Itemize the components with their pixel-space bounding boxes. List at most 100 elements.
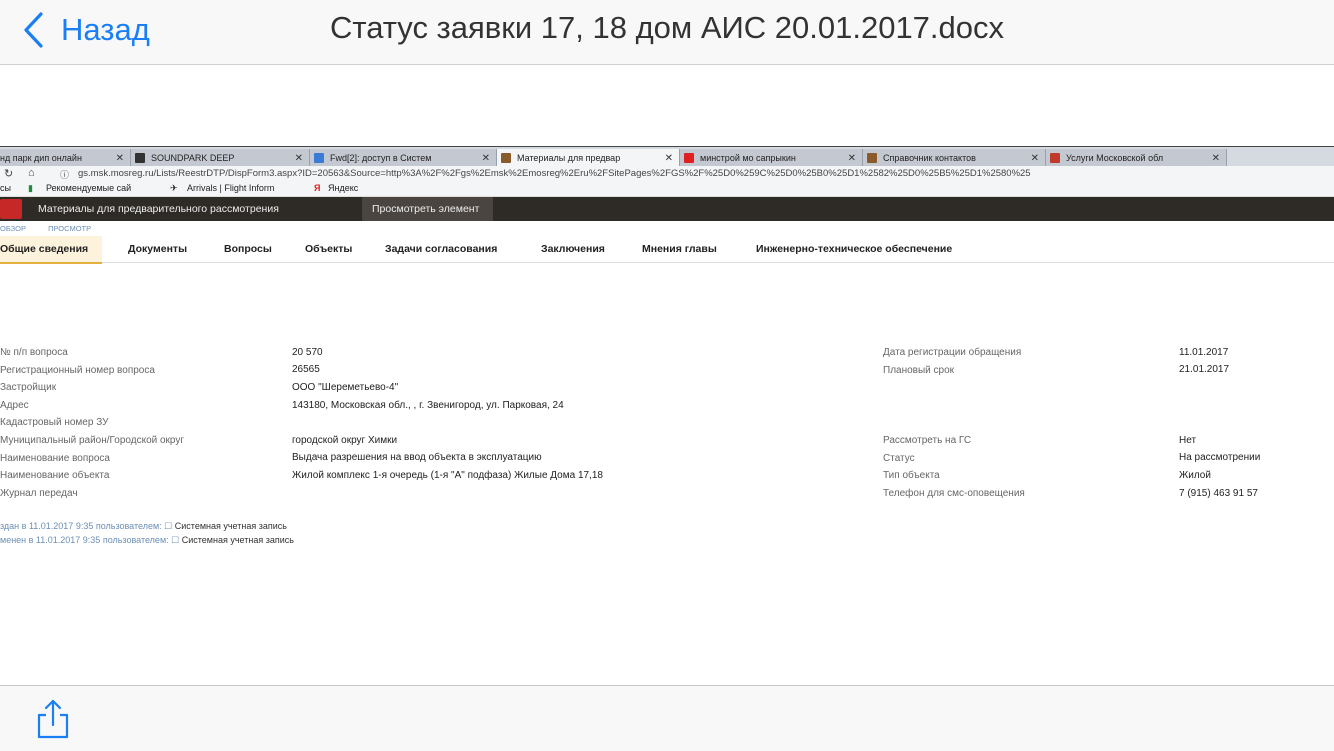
field-value: ООО "Шереметьево-4" bbox=[292, 382, 399, 393]
browser-tab-label: Услуги Московской обл bbox=[1066, 153, 1164, 163]
field-label: Застройщик bbox=[0, 382, 57, 393]
document-title-text: Статус заявки 17, 18 дом АИС 20.01.2017.… bbox=[329, 10, 1005, 45]
subnav-overview: ОБЗОР bbox=[0, 224, 26, 233]
modified-user: Системная учетная запись bbox=[181, 535, 294, 545]
breadcrumb-item: Материалы для предварительного рассмотре… bbox=[38, 203, 279, 215]
field-value: На рассмотрении bbox=[1179, 452, 1261, 463]
created-prefix: здан в 11.01.2017 9:35 пользователем: bbox=[0, 521, 162, 531]
bookmark: сы bbox=[0, 183, 11, 193]
browser-tab-label: минстрой мо сапрыкин bbox=[700, 153, 796, 163]
tab-engineering: Инженерно-техническое обеспечение bbox=[756, 243, 953, 255]
checkbox-icon: ☐ bbox=[164, 521, 173, 531]
tab-tasks: Задачи согласования bbox=[385, 243, 498, 255]
close-icon: ✕ bbox=[115, 152, 124, 164]
region-logo-icon bbox=[0, 199, 22, 219]
browser-tab-label: Справочник контактов bbox=[883, 153, 976, 163]
browser-tab: минстрой мо сапрыкин ✕ bbox=[680, 149, 863, 167]
document-view[interactable]: нд парк дип онлайн ✕ SOUNDPARK DEEP ✕ Fwd[… bbox=[0, 65, 1334, 685]
address-bar: ↻ ⌂ ⓘ gs.msk.mosreg.ru/Lists/ReestrDTP/D… bbox=[0, 166, 1334, 183]
field-label: Журнал передач bbox=[0, 488, 78, 499]
field-label: № п/п вопроса bbox=[0, 347, 68, 358]
browser-tab: нд парк дип онлайн ✕ bbox=[0, 149, 131, 167]
modified-info: менен в 11.01.2017 9:35 пользователем: ☐… bbox=[0, 535, 294, 546]
bottom-toolbar bbox=[0, 685, 1334, 751]
bookmark: Arrivals | Flight Inform bbox=[187, 183, 275, 193]
tab-documents: Документы bbox=[128, 243, 188, 255]
embedded-screenshot: нд парк дип онлайн ✕ SOUNDPARK DEEP ✕ Fwd[… bbox=[0, 146, 1334, 546]
site-header: Материалы для предварительного рассмотре… bbox=[0, 197, 1334, 221]
field-value: городской округ Химки bbox=[292, 435, 398, 446]
field-value: 11.01.2017 bbox=[1179, 347, 1229, 358]
apps-icon: ▮ bbox=[28, 183, 33, 193]
tab-questions: Вопросы bbox=[224, 243, 272, 255]
breadcrumb-item: Просмотреть элемент bbox=[362, 197, 494, 221]
field-label: Наименование объекта bbox=[0, 470, 110, 481]
field-value: Нет bbox=[1179, 435, 1197, 446]
close-icon: ✕ bbox=[1211, 152, 1220, 164]
tab-general: Общие сведения bbox=[0, 236, 103, 264]
browser-tab: Fwd[2]: доступ в Систем ✕ bbox=[310, 149, 497, 167]
browser-tab-bar: нд парк дип онлайн ✕ SOUNDPARK DEEP ✕ Fwd[… bbox=[0, 146, 1334, 167]
field-value: 20 570 bbox=[292, 347, 323, 358]
field-label: Статус bbox=[883, 453, 915, 464]
close-icon: ✕ bbox=[481, 152, 490, 164]
browser-tab-label: нд парк дип онлайн bbox=[0, 153, 82, 163]
browser-tab: SOUNDPARK DEEP ✕ bbox=[131, 149, 310, 167]
reload-icon: ↻ bbox=[4, 168, 14, 180]
close-icon: ✕ bbox=[664, 152, 673, 164]
created-info: здан в 11.01.2017 9:35 пользователем: ☐ … bbox=[0, 521, 287, 532]
plane-icon: ✈ bbox=[170, 183, 178, 193]
info-icon: ⓘ bbox=[60, 170, 70, 180]
bookmark: Яндекс bbox=[328, 183, 359, 193]
gov-icon bbox=[1050, 153, 1060, 163]
checkbox-icon: ☐ bbox=[171, 535, 180, 545]
subnav-view: ПРОСМОТР bbox=[48, 224, 92, 233]
field-label: Телефон для смс-оповещения bbox=[883, 488, 1025, 499]
field-label: Кадастровый номер ЗУ bbox=[0, 417, 109, 428]
field-label: Плановый срок bbox=[883, 365, 955, 376]
field-label: Дата регистрации обращения bbox=[883, 347, 1022, 358]
mail-icon bbox=[314, 153, 324, 163]
close-icon: ✕ bbox=[1030, 152, 1039, 164]
briefcase-icon bbox=[867, 153, 877, 163]
tab-conclusions: Заключения bbox=[541, 243, 605, 255]
browser-tab-label: Материалы для предвар bbox=[517, 153, 621, 163]
bookmark: Рекомендуемые сай bbox=[46, 183, 132, 193]
tab-head-opinions: Мнения главы bbox=[642, 243, 717, 255]
field-value: 21.01.2017 bbox=[1179, 364, 1230, 375]
document-title: Статус заявки 17, 18 дом АИС 20.01.2017.… bbox=[0, 10, 1334, 46]
field-label: Наименование вопроса bbox=[0, 453, 110, 464]
field-value: 26565 bbox=[292, 364, 320, 375]
field-label: Тип объекта bbox=[883, 470, 940, 481]
music-icon bbox=[135, 153, 145, 163]
yandex-icon bbox=[684, 153, 694, 163]
yandex-icon: Я bbox=[314, 183, 321, 193]
field-value: 7 (915) 463 91 57 bbox=[1179, 488, 1258, 499]
share-icon[interactable] bbox=[36, 699, 70, 739]
browser-tab-active: Материалы для предвар ✕ bbox=[497, 149, 680, 167]
close-icon: ✕ bbox=[847, 152, 856, 164]
close-icon: ✕ bbox=[294, 152, 303, 164]
created-user: Системная учетная запись bbox=[174, 521, 287, 531]
browser-tab: Справочник контактов ✕ bbox=[863, 149, 1046, 167]
field-value: 143180, Московская обл., , г. Звенигород… bbox=[292, 400, 564, 411]
field-value: Выдача разрешения на ввод объекта в эксп… bbox=[292, 452, 542, 463]
browser-tab-label: Fwd[2]: доступ в Систем bbox=[330, 153, 432, 163]
tab-objects: Объекты bbox=[305, 243, 353, 255]
field-label: Муниципальный район/Городской округ bbox=[0, 435, 185, 446]
field-label: Регистрационный номер вопроса bbox=[0, 365, 155, 376]
bookmarks-bar: сы ▮ Рекомендуемые сай ✈ Arrivals | Flig… bbox=[0, 182, 1334, 197]
home-icon: ⌂ bbox=[28, 167, 35, 179]
browser-tab: Услуги Московской обл ✕ bbox=[1046, 149, 1227, 167]
navigation-bar: Назад Статус заявки 17, 18 дом АИС 20.01… bbox=[0, 0, 1334, 65]
field-value: Жилой bbox=[1179, 470, 1211, 481]
section-tabs: Общие сведения Документы Вопросы Объекты… bbox=[0, 236, 1334, 264]
field-label: Адрес bbox=[0, 400, 29, 411]
field-label: Рассмотреть на ГС bbox=[883, 435, 972, 446]
modified-prefix: менен в 11.01.2017 9:35 пользователем: bbox=[0, 535, 169, 545]
browser-tab-label: SOUNDPARK DEEP bbox=[151, 153, 235, 163]
sub-navigation: ОБЗОР ПРОСМОТР bbox=[0, 224, 91, 233]
url-text: gs.msk.mosreg.ru/Lists/ReestrDTP/DispFor… bbox=[78, 168, 1031, 179]
field-value: Жилой комплекс 1-я очередь (1-я "А" подф… bbox=[292, 470, 603, 481]
briefcase-icon bbox=[501, 153, 511, 163]
